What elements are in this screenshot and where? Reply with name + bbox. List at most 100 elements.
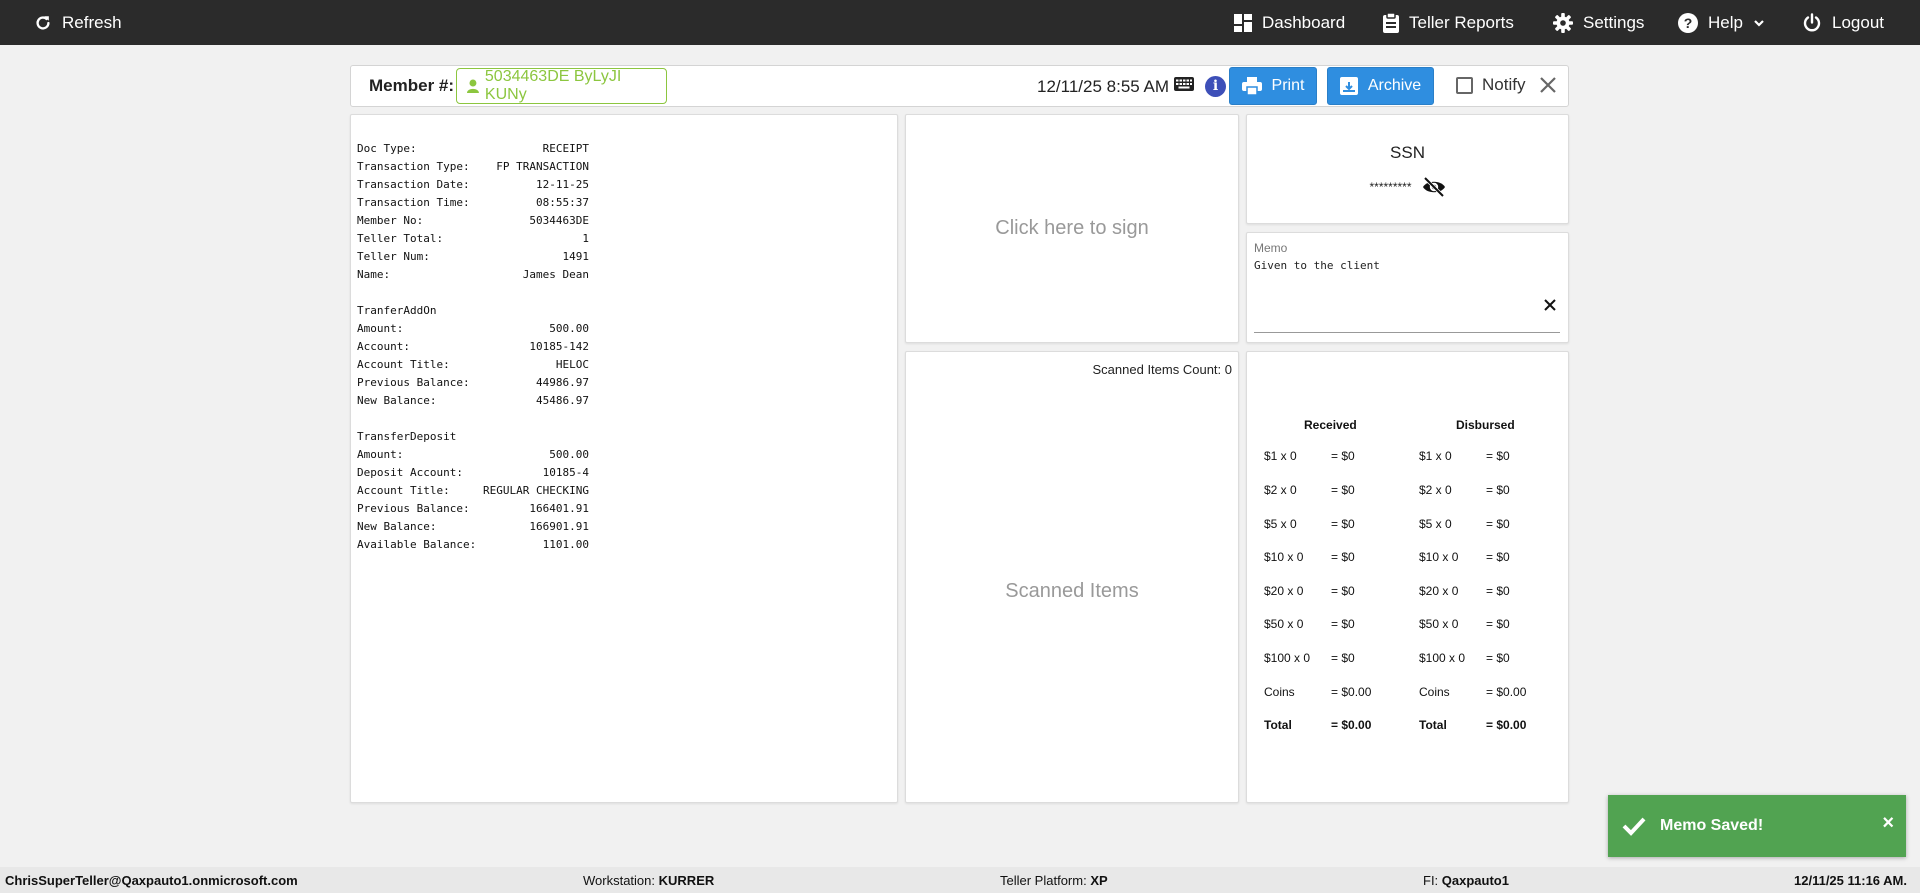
disbursed-amount: = $0 <box>1486 651 1510 665</box>
received-amount: = $0 <box>1331 584 1355 598</box>
workstation-label: Workstation: <box>583 873 656 888</box>
received-denomination: Coins <box>1264 685 1295 699</box>
disbursed-denomination: $20 x 0 <box>1419 584 1459 598</box>
receipt-line-value: 12-11-25 <box>536 178 589 191</box>
received-amount: = $0 <box>1331 550 1355 564</box>
nav-logout-label: Logout <box>1832 12 1884 32</box>
receipt-line: Transaction Date: 12-11-25 <box>357 176 891 194</box>
workstation-value: KURRER <box>658 873 715 888</box>
disbursed-amount: = $0.00 <box>1486 685 1527 699</box>
print-button[interactable]: Print <box>1229 67 1317 105</box>
nav-settings[interactable]: Settings <box>1553 0 1644 45</box>
member-field[interactable]: 5034463DE ByLyJI KUNy <box>456 68 667 104</box>
received-denomination: $10 x 0 <box>1264 550 1304 564</box>
receipt-transfer-deposit: TransferDeposit Amount: 500.00 Deposit Ac… <box>357 428 891 554</box>
disbursed-amount: = $0 <box>1486 449 1510 463</box>
receipt-line-label: Member No: <box>357 214 424 227</box>
received-denomination: $2 x 0 <box>1264 483 1297 497</box>
close-icon[interactable] <box>1538 75 1558 95</box>
receipt-line-label: Previous Balance: <box>357 502 470 515</box>
status-user: ChrisSuperTeller@Qaxpauto1.onmicrosoft.c… <box>5 873 298 888</box>
status-platform: Teller Platform: XP <box>1000 873 1108 888</box>
receipt-line-label: New Balance: <box>357 520 437 533</box>
refresh-icon <box>36 15 50 29</box>
member-toolbar: Member #: 5034463DE ByLyJI KUNy 12/11/25… <box>350 65 1569 107</box>
disbursed-header: Disbursed <box>1456 418 1515 432</box>
toast-message: Memo Saved! <box>1660 817 1764 834</box>
ssn-panel: SSN ********* <box>1246 114 1569 224</box>
nav-logout[interactable]: Logout <box>1802 0 1884 45</box>
notify-toggle[interactable]: Notify <box>1456 75 1525 95</box>
disbursed-amount: = $0 <box>1486 584 1510 598</box>
receipt-line-label: Deposit Account: <box>357 466 463 479</box>
receipt-line: New Balance: 45486.97 <box>357 392 891 410</box>
archive-button[interactable]: Archive <box>1327 67 1434 105</box>
receipt-line-label: Transaction Type: <box>357 160 470 173</box>
ssn-title: SSN <box>1390 143 1425 162</box>
receipt-line: Previous Balance: 166401.91 <box>357 500 891 518</box>
refresh-button[interactable]: Refresh <box>34 0 122 45</box>
receipt-line: Name: James Dean <box>357 266 891 284</box>
power-icon <box>1803 12 1821 31</box>
disbursed-denomination: $50 x 0 <box>1419 617 1459 631</box>
received-amount: = $0 <box>1331 617 1355 631</box>
receipt-line-value: 500.00 <box>549 448 589 461</box>
memo-label: Memo <box>1254 241 1288 255</box>
received-denomination: $50 x 0 <box>1264 617 1304 631</box>
received-total-amount: = $0.00 <box>1331 718 1372 732</box>
receipt-line-label: New Balance: <box>357 394 437 407</box>
notify-checkbox[interactable] <box>1456 76 1473 94</box>
nav-dashboard[interactable]: Dashboard <box>1234 0 1345 45</box>
ssn-row: ********* <box>1247 177 1568 197</box>
receipt-line: Member No: 5034463DE <box>357 212 891 230</box>
toast-close-button[interactable]: × <box>1882 813 1894 833</box>
dashboard-icon <box>1234 13 1252 32</box>
status-datetime: 12/11/25 11:16 AM. <box>1794 873 1907 888</box>
received-total-label: Total <box>1264 718 1292 732</box>
receipt-line: Transaction Time: 08:55:37 <box>357 194 891 212</box>
print-icon <box>1241 77 1262 95</box>
nav-help-label: Help <box>1708 12 1743 32</box>
disbursed-total-amount: = $0.00 <box>1486 718 1527 732</box>
keyboard-icon[interactable] <box>1174 77 1194 91</box>
nav-teller-reports[interactable]: Teller Reports <box>1383 0 1514 45</box>
receipt-line-value: 1 <box>582 232 589 245</box>
receipt-line: Transaction Type: FP TRANSACTION <box>357 158 891 176</box>
disbursed-amount: = $0 <box>1486 483 1510 497</box>
disbursed-amount: = $0 <box>1486 550 1510 564</box>
disbursed-denomination: $1 x 0 <box>1419 449 1452 463</box>
status-user-email: ChrisSuperTeller@Qaxpauto1.onmicrosoft.c… <box>5 873 298 888</box>
scanned-items-panel: Scanned Items Count: 0 Scanned Items <box>905 351 1239 803</box>
nav-teller-reports-label: Teller Reports <box>1409 12 1514 32</box>
receipt-line-value: HELOC <box>555 358 589 371</box>
clear-memo-icon[interactable] <box>1544 299 1556 311</box>
status-workstation: Workstation: KURRER <box>583 873 714 888</box>
status-bar: ChrisSuperTeller@Qaxpauto1.onmicrosoft.c… <box>0 867 1920 893</box>
receipt-line-label: Name: <box>357 268 391 281</box>
receipt-line-label: Previous Balance: <box>357 376 470 389</box>
receipt-line: Available Balance: 1101.00 <box>357 536 891 554</box>
question-circle-icon: ? <box>1678 12 1698 33</box>
receipt-line-label: Account: <box>357 340 410 353</box>
info-icon[interactable]: i <box>1205 76 1226 97</box>
receipt-line: Account: 10185-142 <box>357 338 891 356</box>
receipt-section-title: TransferDeposit <box>357 430 457 443</box>
ssn-masked-value: ********* <box>1369 180 1412 194</box>
receipt-line: Amount: 500.00 <box>357 320 891 338</box>
receipt-line-label: Amount: <box>357 448 404 461</box>
memo-textarea[interactable]: Given to the client <box>1254 259 1380 272</box>
memo-saved-toast: Memo Saved! × <box>1608 795 1906 857</box>
signature-pad[interactable]: Click here to sign <box>905 114 1239 343</box>
gear-icon <box>1553 12 1573 33</box>
disbursed-denomination: $100 x 0 <box>1419 651 1466 665</box>
scanned-items-title: Scanned Items <box>1005 580 1139 602</box>
nav-help[interactable]: ? Help <box>1678 0 1765 45</box>
member-value: 5034463DE ByLyJI KUNy <box>484 68 622 103</box>
received-denomination: $1 x 0 <box>1264 449 1297 463</box>
receipt-spacer <box>357 410 891 428</box>
receipt-line: Deposit Account: 10185-4 <box>357 464 891 482</box>
receipt-line-value: 1491 <box>562 250 590 263</box>
receipt-line-value: 10185-142 <box>529 340 589 353</box>
eye-slash-icon[interactable] <box>1422 177 1446 197</box>
receipt-line-value: 166901.91 <box>529 520 589 533</box>
